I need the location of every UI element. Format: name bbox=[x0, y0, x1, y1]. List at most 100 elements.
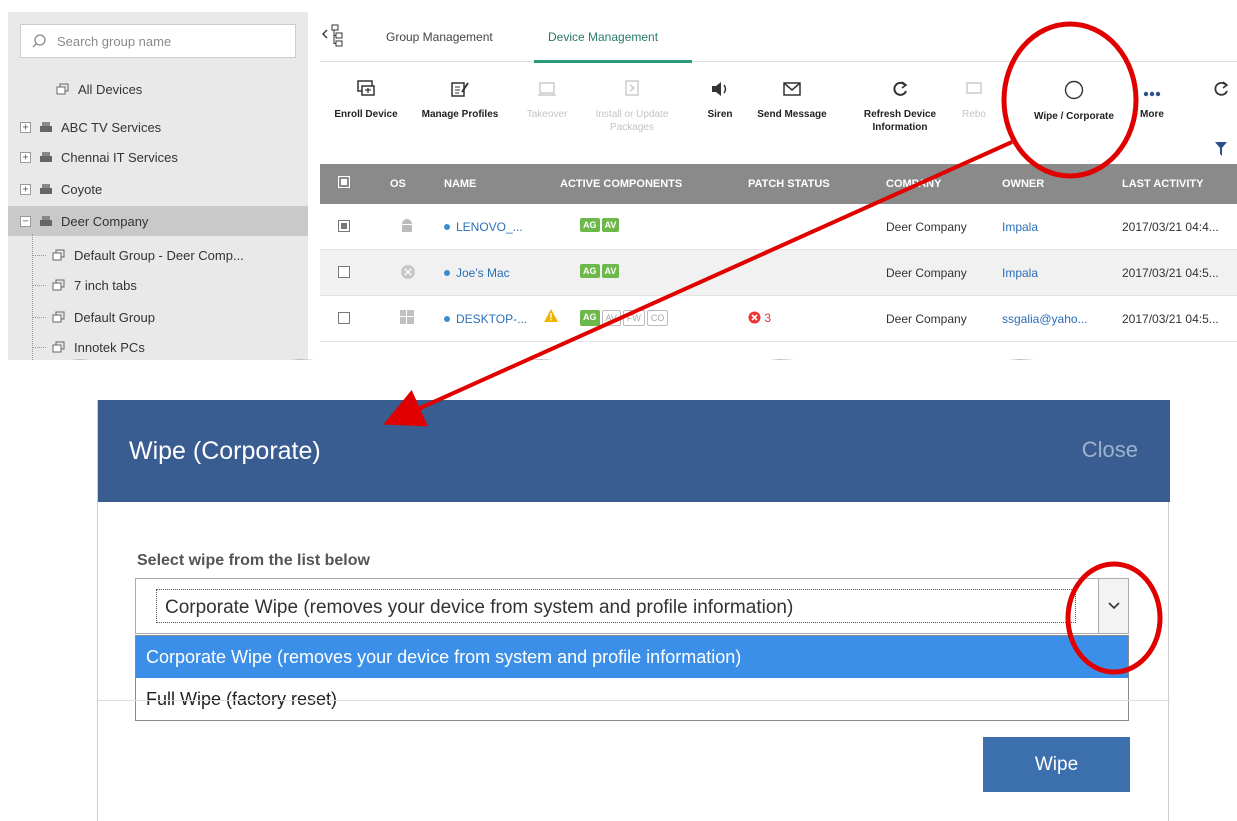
active-components: AG AV bbox=[580, 264, 620, 278]
col-name[interactable]: NAME bbox=[444, 178, 476, 190]
owner-link[interactable]: Impala bbox=[1002, 266, 1038, 280]
option-full-wipe[interactable]: Full Wipe (factory reset) bbox=[136, 678, 1128, 720]
select-dropdown-toggle[interactable] bbox=[1098, 579, 1128, 633]
collapse-icon[interactable]: − bbox=[20, 215, 31, 227]
tab-device-management[interactable]: Device Management bbox=[548, 30, 658, 44]
wipe-corporate-button[interactable]: Wipe / Corporate bbox=[1020, 72, 1128, 123]
sidebar-item-coyote[interactable]: + Coyote bbox=[8, 174, 308, 204]
more-dots-icon bbox=[1143, 91, 1161, 97]
expand-icon[interactable]: + bbox=[20, 183, 31, 195]
company-cell: Deer Company bbox=[886, 220, 967, 234]
sidebar-child-default-deer[interactable]: Default Group - Deer Comp... bbox=[8, 240, 308, 270]
table-row[interactable]: DESKTOP-... AG AV FW CO 3 Deer Company s… bbox=[320, 296, 1237, 342]
select-focus-ring: Corporate Wipe (removes your device from… bbox=[156, 589, 1076, 623]
reboot-icon bbox=[966, 82, 982, 94]
send-message-button[interactable]: Send Message bbox=[756, 72, 828, 121]
company-icon bbox=[40, 152, 52, 162]
devices-icon bbox=[56, 83, 69, 95]
more-button[interactable]: More bbox=[1132, 72, 1172, 121]
close-button[interactable]: Close bbox=[1082, 437, 1138, 463]
search-input[interactable] bbox=[57, 33, 277, 49]
table-row[interactable]: Joe's Mac AG AV Deer Company Impala 2017… bbox=[320, 250, 1237, 296]
dialog-title: Wipe (Corporate) bbox=[129, 437, 321, 465]
select-all-checkbox[interactable] bbox=[338, 176, 350, 188]
option-corporate-wipe[interactable]: Corporate Wipe (removes your device from… bbox=[136, 636, 1128, 678]
takeover-button[interactable]: Takeover bbox=[518, 72, 576, 121]
sidebar-item-deer-company[interactable]: − Deer Company bbox=[8, 206, 308, 236]
patch-count: 3 bbox=[764, 311, 772, 325]
wipe-corporate-dialog: Wipe (Corporate) Close Select wipe from … bbox=[97, 400, 1170, 821]
sidebar-item-label: ABC TV Services bbox=[61, 119, 162, 135]
main-panel: Group Management Device Management Enrol… bbox=[320, 12, 1237, 360]
company-icon bbox=[40, 216, 52, 226]
manage-profiles-button[interactable]: Manage Profiles bbox=[410, 72, 510, 121]
active-components: AG AV FW CO bbox=[580, 310, 669, 326]
last-activity-cell: 2017/03/21 04:4... bbox=[1122, 220, 1219, 234]
col-active-components[interactable]: ACTIVE COMPONENTS bbox=[560, 178, 682, 190]
filter-icon[interactable] bbox=[1215, 142, 1227, 156]
sidebar-item-abc-tv[interactable]: + ABC TV Services bbox=[8, 112, 308, 142]
sidebar-item-label: Coyote bbox=[61, 181, 103, 197]
error-icon bbox=[748, 311, 761, 324]
row-checkbox[interactable] bbox=[338, 220, 350, 232]
col-os[interactable]: OS bbox=[390, 178, 406, 190]
collapse-tree-icon[interactable] bbox=[320, 22, 346, 48]
manage-profiles-icon bbox=[451, 82, 469, 97]
tab-group-management[interactable]: Group Management bbox=[386, 30, 493, 44]
owner-link[interactable]: Impala bbox=[1002, 220, 1038, 234]
siren-label: Siren bbox=[707, 109, 733, 120]
reboot-button[interactable]: Rebo bbox=[960, 72, 988, 121]
col-patch-status[interactable]: PATCH STATUS bbox=[748, 178, 830, 190]
sidebar-child-7-inch-tabs[interactable]: 7 inch tabs bbox=[8, 270, 308, 300]
takeover-label: Takeover bbox=[526, 109, 568, 120]
install-packages-label: Install or Update Packages bbox=[595, 109, 669, 133]
group-icon bbox=[52, 341, 65, 353]
refresh-device-button[interactable]: Refresh Device Information bbox=[856, 72, 944, 134]
component-chip: AG bbox=[580, 310, 600, 326]
last-activity-cell: 2017/03/21 04:5... bbox=[1122, 312, 1219, 326]
device-name[interactable]: DESKTOP-... bbox=[444, 312, 527, 326]
col-company[interactable]: COMPANY bbox=[886, 178, 941, 190]
status-dot bbox=[444, 224, 450, 230]
tree-branch bbox=[32, 254, 46, 256]
row-checkbox[interactable] bbox=[338, 266, 350, 278]
sidebar-item-chennai[interactable]: + Chennai IT Services bbox=[8, 142, 308, 172]
component-chip: CO bbox=[646, 310, 669, 326]
patch-status[interactable]: 3 bbox=[748, 311, 771, 325]
chevron-down-icon bbox=[1108, 602, 1120, 610]
install-packages-icon bbox=[625, 80, 639, 96]
expand-icon[interactable]: + bbox=[20, 121, 31, 133]
refresh-device-label: Refresh Device Information bbox=[863, 109, 937, 133]
component-chip: AG bbox=[580, 264, 600, 278]
device-name[interactable]: LENOVO_... bbox=[444, 220, 523, 234]
tree-branch bbox=[32, 316, 46, 318]
all-devices-label: All Devices bbox=[78, 81, 143, 97]
active-components: AG AV bbox=[580, 218, 620, 232]
wipe-icon bbox=[1064, 80, 1084, 100]
expand-icon[interactable]: + bbox=[20, 151, 31, 163]
refresh-icon bbox=[893, 81, 908, 96]
wipe-corporate-label: Wipe / Corporate bbox=[1034, 111, 1114, 122]
tree-branch bbox=[32, 346, 46, 348]
device-name-text: Joe's Mac bbox=[456, 266, 510, 280]
install-packages-button[interactable]: Install or Update Packages bbox=[590, 72, 674, 134]
sidebar-child-default-group[interactable]: Default Group bbox=[8, 302, 308, 332]
col-last-activity[interactable]: LAST ACTIVITY bbox=[1122, 178, 1203, 190]
enroll-device-button[interactable]: Enroll Device bbox=[328, 72, 404, 121]
row-checkbox[interactable] bbox=[338, 312, 350, 324]
wipe-button[interactable]: Wipe bbox=[983, 737, 1130, 792]
wipe-type-select[interactable]: Corporate Wipe (removes your device from… bbox=[135, 578, 1129, 634]
siren-button[interactable]: Siren bbox=[700, 72, 740, 121]
col-owner[interactable]: OWNER bbox=[1002, 178, 1044, 190]
search-group-box[interactable] bbox=[20, 24, 296, 58]
status-dot bbox=[444, 270, 450, 276]
device-name[interactable]: Joe's Mac bbox=[444, 266, 510, 280]
owner-link[interactable]: ssgalia@yaho... bbox=[1002, 312, 1088, 326]
all-devices-item[interactable]: All Devices bbox=[8, 74, 308, 104]
company-cell: Deer Company bbox=[886, 266, 967, 280]
wipe-select-label: Select wipe from the list below bbox=[137, 552, 370, 569]
refresh-list-icon[interactable] bbox=[1212, 80, 1230, 98]
table-row[interactable]: LENOVO_... AG AV Deer Company Impala 201… bbox=[320, 204, 1237, 250]
group-icon bbox=[52, 249, 65, 261]
sidebar-child-label: 7 inch tabs bbox=[74, 277, 137, 293]
